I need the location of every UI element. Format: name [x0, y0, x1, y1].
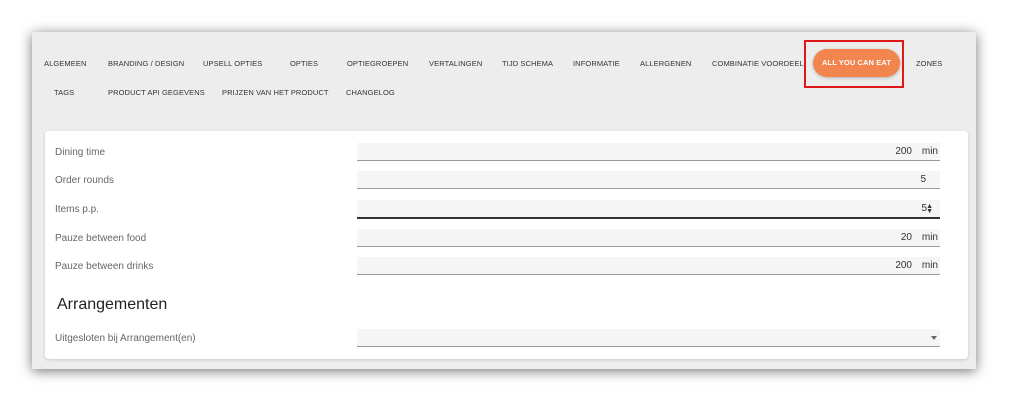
pauze-drinks-unit: min: [921, 260, 938, 271]
tab-changelog[interactable]: CHANGELOG: [346, 88, 395, 97]
caret-down-icon[interactable]: [931, 336, 937, 340]
tab-opties[interactable]: OPTIES: [290, 59, 318, 68]
pauze-drinks-value: 200: [895, 260, 912, 271]
tab-combinatie-voordeel[interactable]: COMBINATIE VOORDEEL: [712, 59, 804, 68]
tab-algemeen[interactable]: ALGEMEEN: [44, 59, 86, 68]
tab-product-api-gegevens[interactable]: PRODUCT API GEGEVENS: [108, 88, 205, 97]
uitgesloten-select[interactable]: [357, 329, 940, 347]
tab-zones[interactable]: ZONES: [916, 59, 942, 68]
dining-time-field[interactable]: 200 min: [357, 143, 940, 161]
tab-upsell-opties[interactable]: UPSELL OPTIES: [203, 59, 262, 68]
order-rounds-label: Order rounds: [55, 175, 114, 186]
arrangementen-title: Arrangementen: [57, 296, 168, 313]
pauze-food-label: Pauze between food: [55, 233, 147, 244]
active-tab-highlight: [804, 40, 904, 88]
items-pp-field[interactable]: 5 ▲ ▼: [357, 200, 940, 219]
order-rounds-field[interactable]: 5: [357, 171, 940, 189]
dining-time-label: Dining time: [55, 147, 106, 158]
uitgesloten-label: Uitgesloten bij Arrangement(en): [55, 333, 196, 344]
items-pp-label: Items p.p.: [55, 204, 99, 215]
tab-tijd-schema[interactable]: TIJD SCHEMA: [502, 59, 553, 68]
tab-branding-design[interactable]: BRANDING / DESIGN: [108, 59, 184, 68]
pauze-drinks-field[interactable]: 200 min: [357, 257, 940, 275]
dining-time-value: 200: [895, 146, 912, 157]
tab-optiegroepen[interactable]: OPTIEGROEPEN: [347, 59, 408, 68]
pauze-food-field[interactable]: 20 min: [357, 229, 940, 247]
dining-time-unit: min: [921, 146, 938, 157]
spinner-icon[interactable]: ▲ ▼: [926, 203, 933, 215]
pauze-food-value: 20: [900, 232, 912, 243]
tab-vertalingen[interactable]: VERTALINGEN: [429, 59, 482, 68]
tab-informatie[interactable]: INFORMATIE: [573, 59, 620, 68]
order-rounds-value: 5: [920, 174, 926, 185]
tab-allergenen[interactable]: ALLERGENEN: [640, 59, 691, 68]
tab-prijzen-van-het-product[interactable]: PRIJZEN VAN HET PRODUCT: [222, 88, 329, 97]
pauze-food-unit: min: [921, 232, 938, 243]
pauze-drinks-label: Pauze between drinks: [55, 261, 154, 272]
tab-tags[interactable]: TAGS: [54, 88, 74, 97]
